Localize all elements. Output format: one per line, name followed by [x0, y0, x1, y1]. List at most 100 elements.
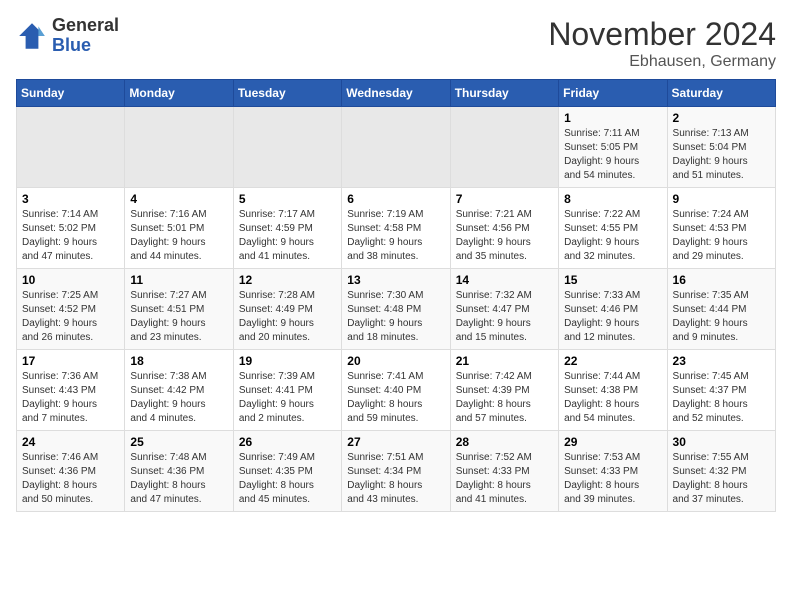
- day-number: 8: [564, 192, 661, 206]
- weekday-header-row: Sunday Monday Tuesday Wednesday Thursday…: [17, 80, 776, 107]
- calendar-cell: 18Sunrise: 7:38 AMSunset: 4:42 PMDayligh…: [125, 350, 233, 431]
- day-number: 25: [130, 435, 227, 449]
- logo-general: General: [52, 16, 119, 36]
- calendar-cell: 15 Sunrise: 7:33 AMSunset: 4:46 PMDayligh…: [559, 269, 667, 350]
- calendar-cell: 29 Sunrise: 7:53 AMSunset: 4:33 PMDayligh…: [559, 431, 667, 512]
- calendar-cell: [125, 107, 233, 188]
- logo: General Blue: [16, 16, 119, 56]
- month-title: November 2024: [548, 16, 776, 53]
- calendar-cell: 3Sunrise: 7:14 AMSunset: 5:02 PMDaylight…: [17, 188, 125, 269]
- day-info: Sunrise: 7:30 AMSunset: 4:48 PMDaylight:…: [347, 289, 444, 345]
- calendar-cell: 8Sunrise: 7:22 AMSunset: 4:55 PMDaylight…: [559, 188, 667, 269]
- day-info: Sunrise: 7:11 AMSunset: 5:05 PMDaylight:…: [564, 127, 661, 183]
- calendar-cell: 1Sunrise: 7:11 AMSunset: 5:05 PMDaylight…: [559, 107, 667, 188]
- calendar-cell: 21 Sunrise: 7:42 AMSunset: 4:39 PMDayligh…: [450, 350, 558, 431]
- day-info: Sunrise: 7:48 AMSunset: 4:36 PMDaylight:…: [130, 451, 227, 507]
- day-info: Sunrise: 7:42 AMSunset: 4:39 PMDaylight:…: [456, 370, 553, 426]
- calendar-cell: 13 Sunrise: 7:30 AMSunset: 4:48 PMDayligh…: [342, 269, 450, 350]
- day-info: Sunrise: 7:17 AMSunset: 4:59 PMDaylight:…: [239, 208, 336, 264]
- header-saturday: Saturday: [667, 80, 775, 107]
- day-number: 26: [239, 435, 336, 449]
- calendar-cell: 17 Sunrise: 7:36 AMSunset: 4:43 PMDayligh…: [17, 350, 125, 431]
- day-info: Sunrise: 7:49 AMSunset: 4:35 PMDaylight:…: [239, 451, 336, 507]
- header-friday: Friday: [559, 80, 667, 107]
- calendar-week-5: 24Sunrise: 7:46 AMSunset: 4:36 PMDayligh…: [17, 431, 776, 512]
- header-wednesday: Wednesday: [342, 80, 450, 107]
- day-number: 17: [22, 354, 119, 368]
- day-info: Sunrise: 7:52 AMSunset: 4:33 PMDaylight:…: [456, 451, 553, 507]
- header-thursday: Thursday: [450, 80, 558, 107]
- day-number: 13: [347, 273, 444, 287]
- day-info: Sunrise: 7:33 AMSunset: 4:46 PMDaylight:…: [564, 289, 661, 345]
- logo-text: General Blue: [52, 16, 119, 56]
- calendar-cell: [342, 107, 450, 188]
- calendar-cell: 19Sunrise: 7:39 AMSunset: 4:41 PMDayligh…: [233, 350, 341, 431]
- calendar-cell: 9 Sunrise: 7:24 AMSunset: 4:53 PMDaylight…: [667, 188, 775, 269]
- calendar-cell: 7 Sunrise: 7:21 AMSunset: 4:56 PMDaylight…: [450, 188, 558, 269]
- calendar-cell: 10 Sunrise: 7:25 AMSunset: 4:52 PMDayligh…: [17, 269, 125, 350]
- day-info: Sunrise: 7:27 AMSunset: 4:51 PMDaylight:…: [130, 289, 227, 345]
- calendar-cell: 27 Sunrise: 7:51 AMSunset: 4:34 PMDayligh…: [342, 431, 450, 512]
- day-number: 21: [456, 354, 553, 368]
- day-info: Sunrise: 7:28 AMSunset: 4:49 PMDaylight:…: [239, 289, 336, 345]
- day-number: 10: [22, 273, 119, 287]
- day-number: 18: [130, 354, 227, 368]
- calendar-cell: 5 Sunrise: 7:17 AMSunset: 4:59 PMDaylight…: [233, 188, 341, 269]
- day-number: 15: [564, 273, 661, 287]
- calendar-cell: 25 Sunrise: 7:48 AMSunset: 4:36 PMDayligh…: [125, 431, 233, 512]
- day-number: 5: [239, 192, 336, 206]
- calendar-week-2: 3Sunrise: 7:14 AMSunset: 5:02 PMDaylight…: [17, 188, 776, 269]
- day-number: 27: [347, 435, 444, 449]
- calendar-cell: 30Sunrise: 7:55 AMSunset: 4:32 PMDayligh…: [667, 431, 775, 512]
- day-number: 11: [130, 273, 227, 287]
- day-info: Sunrise: 7:45 AMSunset: 4:37 PMDaylight:…: [673, 370, 770, 426]
- day-info: Sunrise: 7:14 AMSunset: 5:02 PMDaylight:…: [22, 208, 119, 264]
- calendar-cell: 14Sunrise: 7:32 AMSunset: 4:47 PMDayligh…: [450, 269, 558, 350]
- day-number: 29: [564, 435, 661, 449]
- calendar-cell: 2Sunrise: 7:13 AMSunset: 5:04 PMDaylight…: [667, 107, 775, 188]
- calendar-cell: 23 Sunrise: 7:45 AMSunset: 4:37 PMDayligh…: [667, 350, 775, 431]
- day-info: Sunrise: 7:35 AMSunset: 4:44 PMDaylight:…: [673, 289, 770, 345]
- day-info: Sunrise: 7:53 AMSunset: 4:33 PMDaylight:…: [564, 451, 661, 507]
- header-sunday: Sunday: [17, 80, 125, 107]
- calendar-cell: [17, 107, 125, 188]
- day-number: 20: [347, 354, 444, 368]
- day-info: Sunrise: 7:44 AMSunset: 4:38 PMDaylight:…: [564, 370, 661, 426]
- logo-blue: Blue: [52, 36, 119, 56]
- calendar-cell: [233, 107, 341, 188]
- header-monday: Monday: [125, 80, 233, 107]
- day-number: 22: [564, 354, 661, 368]
- day-number: 28: [456, 435, 553, 449]
- calendar-week-1: 1Sunrise: 7:11 AMSunset: 5:05 PMDaylight…: [17, 107, 776, 188]
- calendar-cell: 28 Sunrise: 7:52 AMSunset: 4:33 PMDayligh…: [450, 431, 558, 512]
- day-number: 7: [456, 192, 553, 206]
- day-info: Sunrise: 7:41 AMSunset: 4:40 PMDaylight:…: [347, 370, 444, 426]
- day-info: Sunrise: 7:19 AMSunset: 4:58 PMDaylight:…: [347, 208, 444, 264]
- day-number: 9: [673, 192, 770, 206]
- day-number: 4: [130, 192, 227, 206]
- calendar-week-4: 17 Sunrise: 7:36 AMSunset: 4:43 PMDayligh…: [17, 350, 776, 431]
- day-number: 12: [239, 273, 336, 287]
- calendar-table: Sunday Monday Tuesday Wednesday Thursday…: [16, 79, 776, 512]
- day-number: 16: [673, 273, 770, 287]
- day-info: Sunrise: 7:16 AMSunset: 5:01 PMDaylight:…: [130, 208, 227, 264]
- logo-icon: [16, 20, 48, 52]
- day-info: Sunrise: 7:39 AMSunset: 4:41 PMDaylight:…: [239, 370, 336, 426]
- calendar-cell: 24Sunrise: 7:46 AMSunset: 4:36 PMDayligh…: [17, 431, 125, 512]
- day-number: 23: [673, 354, 770, 368]
- location: Ebhausen, Germany: [548, 53, 776, 71]
- calendar-cell: 12 Sunrise: 7:28 AMSunset: 4:49 PMDayligh…: [233, 269, 341, 350]
- calendar-cell: 6 Sunrise: 7:19 AMSunset: 4:58 PMDaylight…: [342, 188, 450, 269]
- day-info: Sunrise: 7:13 AMSunset: 5:04 PMDaylight:…: [673, 127, 770, 183]
- header-tuesday: Tuesday: [233, 80, 341, 107]
- day-info: Sunrise: 7:36 AMSunset: 4:43 PMDaylight:…: [22, 370, 119, 426]
- calendar-cell: 16 Sunrise: 7:35 AMSunset: 4:44 PMDayligh…: [667, 269, 775, 350]
- day-info: Sunrise: 7:51 AMSunset: 4:34 PMDaylight:…: [347, 451, 444, 507]
- day-info: Sunrise: 7:32 AMSunset: 4:47 PMDaylight:…: [456, 289, 553, 345]
- day-info: Sunrise: 7:21 AMSunset: 4:56 PMDaylight:…: [456, 208, 553, 264]
- day-number: 30: [673, 435, 770, 449]
- calendar-header: Sunday Monday Tuesday Wednesday Thursday…: [17, 80, 776, 107]
- day-info: Sunrise: 7:25 AMSunset: 4:52 PMDaylight:…: [22, 289, 119, 345]
- day-number: 6: [347, 192, 444, 206]
- day-info: Sunrise: 7:24 AMSunset: 4:53 PMDaylight:…: [673, 208, 770, 264]
